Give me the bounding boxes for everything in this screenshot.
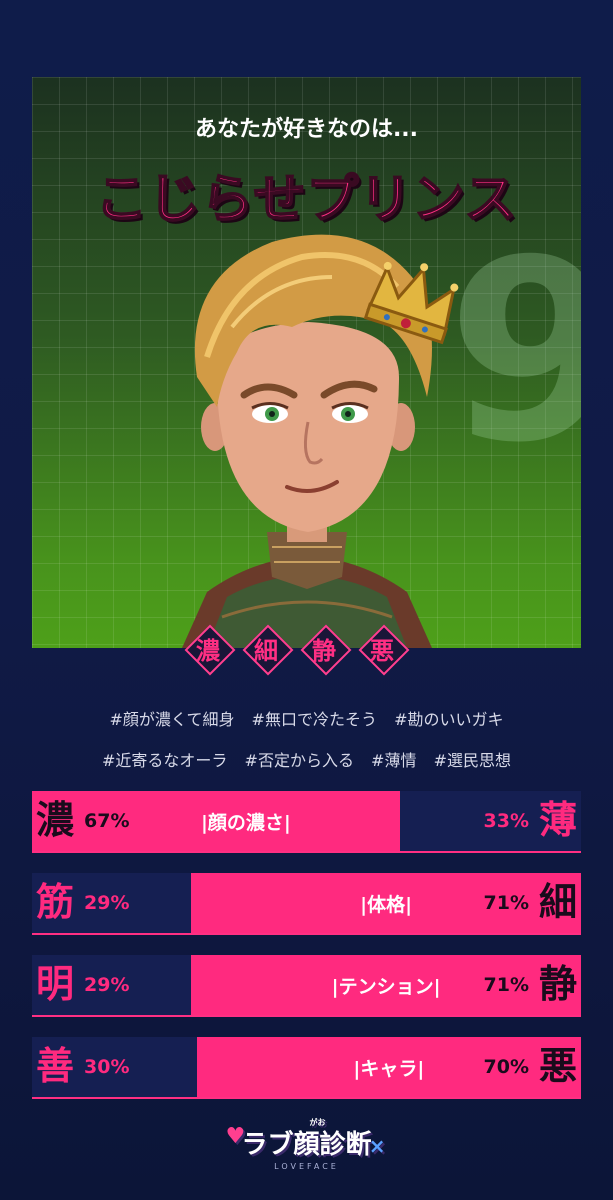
meter-left-kanji: 濃 bbox=[36, 798, 75, 842]
meter-left-kanji: 明 bbox=[36, 962, 75, 1006]
badge-label: 静 bbox=[312, 636, 336, 665]
meter-character: 善 30% |キャラ| 70% 悪 bbox=[32, 1037, 581, 1099]
badge-label: 濃 bbox=[196, 636, 220, 665]
meter-left-percent: 29% bbox=[84, 892, 130, 914]
meter-left-percent: 67% bbox=[84, 810, 130, 832]
meter-right-percent: 71% bbox=[483, 974, 529, 996]
meter-face-density: 濃 67% |顔の濃さ| 33% 薄 bbox=[32, 791, 581, 853]
logo-text: ラブ顔診断 bbox=[241, 1130, 372, 1160]
badge-label: 悪 bbox=[370, 636, 394, 665]
meter-right-kanji: 細 bbox=[538, 880, 577, 924]
meter-right-kanji: 静 bbox=[538, 962, 577, 1006]
tag: #薄情 bbox=[371, 751, 417, 770]
meter-right-percent: 33% bbox=[483, 810, 529, 832]
tag: #選民思想 bbox=[433, 751, 511, 770]
badge: 静 bbox=[300, 624, 352, 676]
meter-left-percent: 29% bbox=[84, 974, 130, 996]
meter-left-kanji: 善 bbox=[36, 1044, 75, 1088]
result-lead-text: あなたが好きなのは... bbox=[194, 117, 419, 142]
logo-subtext: LOVEFACE bbox=[274, 1162, 339, 1171]
result-image: 9 あなたが好きなのは... こじらせプリンス bbox=[32, 77, 581, 648]
tag: #近寄るなオーラ bbox=[102, 751, 228, 770]
tag-row: #顔が濃くて細身 #無口で冷たそう #勘のいいガキ bbox=[0, 706, 613, 730]
tag: #勘のいいガキ bbox=[394, 710, 504, 729]
tag-row: #近寄るなオーラ #否定から入る #薄情 #選民思想 bbox=[0, 747, 613, 771]
tag: #否定から入る bbox=[244, 751, 354, 770]
meter-right-percent: 70% bbox=[483, 1056, 529, 1078]
meter-left-percent: 30% bbox=[84, 1056, 130, 1078]
app-logo: ♥ がお ラブ顔診断 × LOVEFACE bbox=[0, 1118, 613, 1171]
meter-label: |顔の濃さ| bbox=[200, 812, 291, 834]
badge-label: 細 bbox=[254, 636, 278, 665]
type-badges: 濃 細 静 悪 bbox=[184, 624, 434, 676]
result-type-name: こじらせプリンス bbox=[95, 169, 518, 231]
badge: 悪 bbox=[358, 624, 410, 676]
meter-build: 筋 29% |体格| 71% 細 bbox=[32, 873, 581, 935]
meter-label: |体格| bbox=[360, 894, 413, 916]
x-mark-icon: × bbox=[368, 1134, 386, 1158]
meter-right-kanji: 悪 bbox=[538, 1044, 577, 1088]
tag: #無口で冷たそう bbox=[251, 710, 377, 729]
meter-label: |キャラ| bbox=[353, 1058, 425, 1080]
badge: 濃 bbox=[184, 624, 236, 676]
heart-icon: ♥ bbox=[225, 1124, 246, 1149]
logo-wordmark: ♥ がお ラブ顔診断 × bbox=[225, 1118, 385, 1161]
tag: #顔が濃くて細身 bbox=[109, 710, 235, 729]
meter-right-percent: 71% bbox=[483, 892, 529, 914]
meter-left-kanji: 筋 bbox=[36, 880, 75, 924]
badge: 細 bbox=[242, 624, 294, 676]
meter-right-kanji: 薄 bbox=[538, 798, 577, 842]
meter-label: |テンション| bbox=[331, 976, 441, 998]
logo-ruby: がお bbox=[309, 1118, 326, 1127]
meter-tension: 明 29% |テンション| 71% 静 bbox=[32, 955, 581, 1017]
